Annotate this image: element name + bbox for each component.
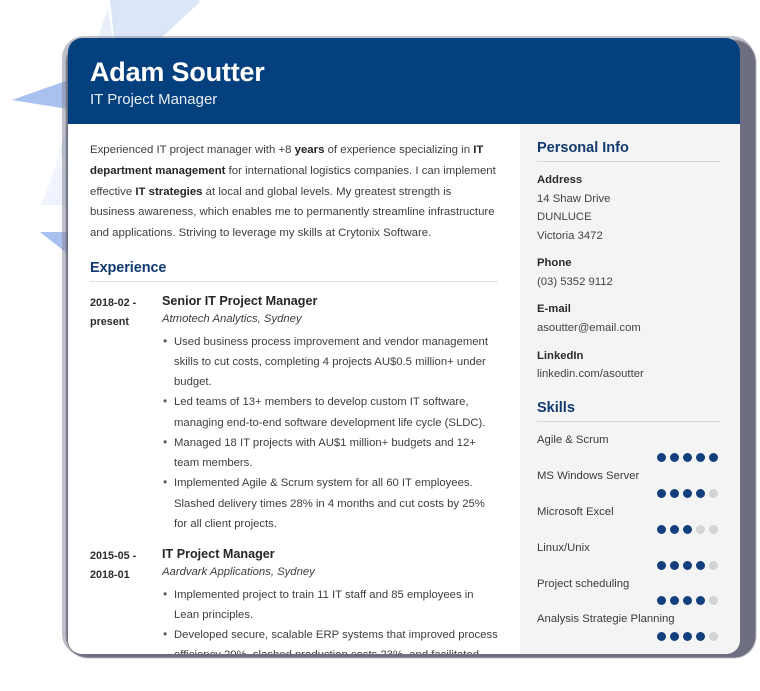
skill-dot-empty [709,632,718,642]
resume-header: Adam Soutter IT Project Manager [68,38,740,125]
experience-company: Aardvark Applications, Sydney [162,565,315,578]
personal-info-item: LinkedIn linkedin.com/asoutter [537,348,720,384]
skill-rating [537,452,720,462]
skill-dot-filled [696,560,705,570]
experience-divider [90,280,498,282]
experience-dates: 2018-02 - present [90,296,137,328]
personal-info-label: Phone [537,257,572,270]
personal-info-item: Address 14 Shaw Drive DUNLUCE Victoria 3472 [537,172,720,245]
skill-dot-filled [683,452,692,462]
skill-rating [537,488,720,498]
skill-dot-filled [683,632,692,642]
resume-card: Adam Soutter IT Project Manager Experien… [68,38,740,654]
skill-rating [537,560,720,570]
skill-dot-filled [670,560,679,570]
skill-dot-filled [683,524,692,534]
experience-bullet: Implemented Agile & Scrum system for all… [162,472,498,534]
skill-dot-filled [683,560,692,570]
personal-info-list: Address 14 Shaw Drive DUNLUCE Victoria 3472… [537,172,720,384]
skill-dot-filled [670,524,679,534]
skill-item: Agile & Scrum [537,432,720,462]
skill-dot-filled [696,488,705,498]
skill-dot-empty [709,524,718,534]
professional-summary: Experienced IT project manager with +8 y… [90,144,496,240]
experience-job-title: Senior IT Project Manager [162,293,318,308]
skill-name: Project scheduling [537,577,630,590]
skill-dot-filled [657,596,666,606]
skill-item: Microsoft Excel [537,504,720,534]
experience-heading: Experience [90,259,167,276]
personal-info-value: asoutter@email.com [537,322,641,335]
skill-name: Microsoft Excel [537,505,614,518]
personal-info-item: E-mail asoutter@email.com [537,301,720,337]
resume-sidebar: Personal Info Address 14 Shaw Drive DUNLUC… [520,124,740,654]
personal-info-value: 14 Shaw Drive [537,193,611,206]
experience-bullet: Led teams of 13+ members to develop cust… [162,391,498,432]
personal-info-label: LinkedIn [537,349,584,362]
experience-bullet: Used business process improvement and ve… [162,331,498,393]
personal-info-heading: Personal Info [537,140,629,157]
skill-dot-filled [696,632,705,642]
personal-info-label: Address [537,174,583,187]
experience-entry: 2015-05 - 2018-01 IT Project Manager Aardv… [90,546,498,654]
skills-heading: Skills [537,399,575,416]
skill-dot-filled [657,560,666,570]
skills-divider [537,420,720,422]
resume-body: Experienced IT project manager with +8 y… [68,124,740,654]
experience-entry: 2018-02 - present Senior IT Project Manag… [90,293,498,534]
experience-company: Atmotech Analytics, Sydney [162,312,302,325]
experience-list: 2018-02 - present Senior IT Project Manag… [90,293,498,654]
skill-dot-filled [670,632,679,642]
skill-item: Project scheduling [537,576,720,606]
personal-info-value: (03) 5352 9112 [537,276,613,288]
skill-dot-empty [709,560,718,570]
skill-dot-empty [709,488,718,498]
skill-dot-filled [709,452,718,462]
experience-bullet-list: Implemented project to train 11 IT staff… [162,584,498,654]
skill-dot-filled [683,488,692,498]
skill-item: Linux/Unix [537,540,720,570]
experience-bullet-list: Used business process improvement and ve… [162,331,498,534]
skill-item: Analysis Strategie Planning [537,611,720,642]
experience-dates: 2015-05 - 2018-01 [90,549,137,581]
candidate-role: IT Project Manager [90,91,218,109]
skill-dot-filled [683,596,692,606]
skill-name: MS Windows Server [537,469,640,482]
skill-name: Agile & Scrum [537,433,609,446]
experience-details: Senior IT Project Manager Atmotech Analyt… [162,293,498,534]
skill-dot-empty [696,524,705,534]
experience-job-title: IT Project Manager [162,546,275,561]
skill-dot-filled [657,524,666,534]
experience-bullet: Managed 18 IT projects with AU$1 million… [162,432,498,473]
skill-item: MS Windows Server [537,468,720,498]
resume-main-column: Experienced IT project manager with +8 y… [68,124,520,654]
skill-dot-filled [696,596,705,606]
skill-dot-filled [670,452,679,462]
personal-info-item: Phone (03) 5352 9112 [537,255,720,291]
skill-dot-filled [670,596,679,606]
candidate-name: Adam Soutter [90,57,265,87]
skill-rating [537,524,720,534]
skill-dot-filled [657,488,666,498]
skill-dot-filled [696,452,705,462]
skills-list: Agile & Scrum MS Windows Server Microsoft … [537,432,720,642]
skill-rating [537,596,720,606]
personal-info-value: linkedin.com/asoutter [537,368,644,381]
skill-name: Linux/Unix [537,541,590,554]
experience-bullet: Developed secure, scalable ERP systems t… [162,624,498,654]
skill-dot-filled [657,452,666,462]
personal-info-label: E-mail [537,303,571,316]
personal-info-value: Victoria 3472 [537,229,603,242]
skill-dot-filled [657,632,666,642]
skill-name: Analysis Strategie Planning [537,613,675,626]
skill-dot-filled [670,488,679,498]
skill-dot-empty [709,596,718,606]
experience-details: IT Project Manager Aardvark Applications,… [162,546,498,654]
skill-rating [537,632,720,642]
personal-info-value: DUNLUCE [537,211,592,224]
personal-info-divider [537,161,720,163]
experience-bullet: Implemented project to train 11 IT staff… [162,584,498,625]
